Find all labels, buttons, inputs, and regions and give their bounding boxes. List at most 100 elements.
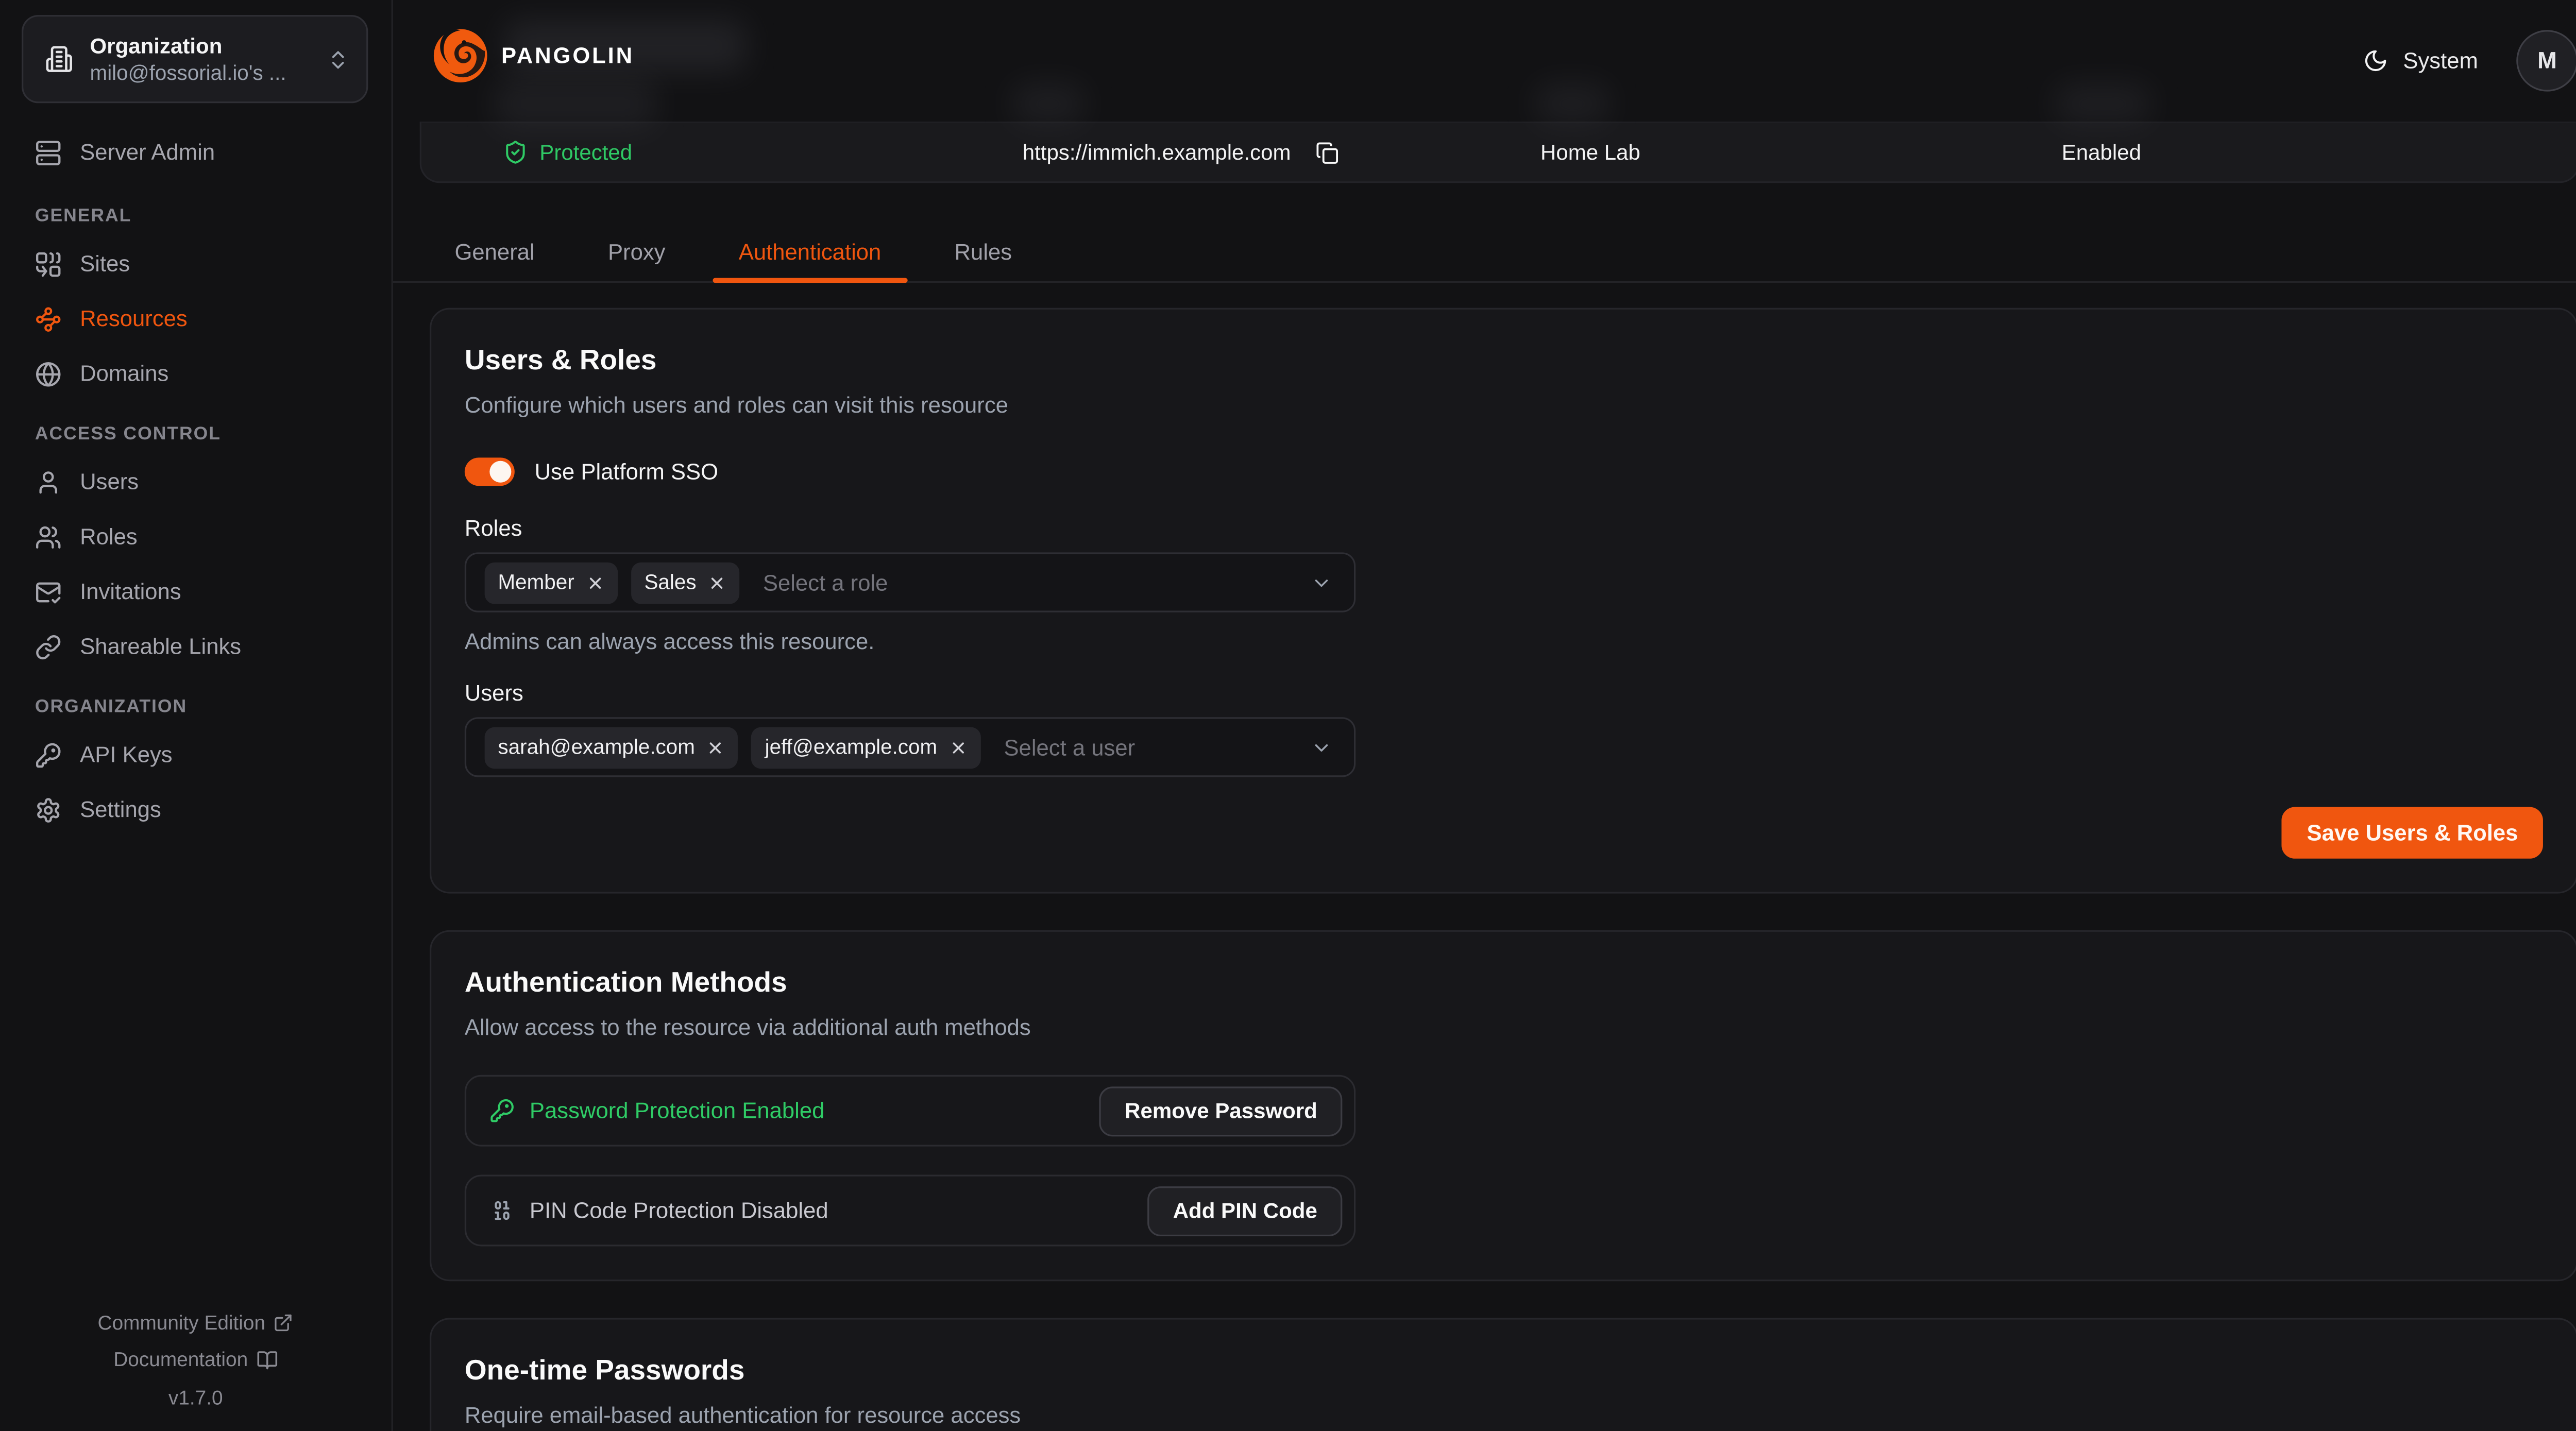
roles-multiselect[interactable]: Member Sales Select a role: [465, 552, 1355, 612]
roles-field-label: Roles: [465, 516, 2543, 540]
copy-icon[interactable]: [1316, 141, 1339, 164]
link-icon: [35, 633, 62, 660]
avatar[interactable]: M: [2516, 29, 2576, 91]
otp-card: One-time Passwords Require email-based a…: [430, 1318, 2576, 1431]
sidebar-item-domains[interactable]: Domains: [22, 351, 370, 396]
sidebar-item-label: Roles: [80, 524, 138, 549]
documentation-link[interactable]: Documentation: [0, 1341, 392, 1379]
globe-icon: [35, 360, 62, 387]
resource-url: https://immich.example.com: [1023, 123, 1340, 181]
sidebar-item-settings[interactable]: Settings: [22, 787, 370, 832]
role-chip: Sales: [631, 561, 740, 603]
user-chip-label: sarah@example.com: [498, 736, 694, 759]
tab-authentication[interactable]: Authentication: [739, 240, 882, 264]
sidebar-item-roles[interactable]: Roles: [22, 514, 370, 559]
resource-status-text: Enabled: [2062, 140, 2141, 164]
remove-chip-icon[interactable]: [708, 573, 726, 592]
sidebar-item-label: Sites: [80, 251, 130, 276]
pangolin-logo-icon: [431, 27, 489, 85]
server-icon: [35, 139, 62, 166]
book-open-icon: [256, 1349, 278, 1371]
sidebar-item-resources[interactable]: Resources: [22, 296, 370, 341]
org-texts: Organization milo@fossorial.io's ...: [90, 32, 310, 86]
app-window: Organization milo@fossorial.io's ... Ser…: [0, 0, 2576, 1431]
redacted-field-label: [1012, 83, 1084, 125]
main-area: PANGOLIN System M Protected https://immi…: [393, 0, 2576, 1431]
tab-general[interactable]: General: [454, 240, 534, 264]
save-users-roles-button[interactable]: Save Users & Roles: [2282, 807, 2543, 859]
pin-protection-row: PIN Code Protection Disabled Add PIN Cod…: [465, 1175, 1355, 1247]
remove-chip-icon[interactable]: [586, 573, 604, 592]
sso-toggle-label: Use Platform SSO: [535, 459, 718, 484]
card-subtitle: Configure which users and roles can visi…: [465, 389, 2543, 421]
avatar-initial: M: [2537, 46, 2557, 73]
building-icon: [45, 45, 73, 73]
community-edition-label: Community Edition: [98, 1304, 266, 1341]
admins-note: Admins can always access this resource.: [465, 629, 2543, 654]
theme-toggle[interactable]: System: [2363, 47, 2478, 72]
chevrons-up-down-icon: [327, 47, 350, 71]
sidebar-section-organization: ORGANIZATION: [35, 697, 357, 717]
mail-check-icon: [35, 578, 62, 605]
users-placeholder: Select a user: [1004, 735, 1135, 759]
binary-icon: [489, 1198, 514, 1223]
key-icon: [489, 1098, 514, 1123]
resource-tabs: General Proxy Authentication Rules: [454, 222, 1012, 283]
redacted-field-label: [495, 78, 656, 130]
org-switcher[interactable]: Organization milo@fossorial.io's ...: [22, 15, 368, 103]
resource-status: Enabled: [2062, 123, 2141, 181]
role-chip-label: Member: [498, 571, 574, 594]
documentation-label: Documentation: [113, 1341, 248, 1379]
topbar-right: System M: [2363, 0, 2576, 120]
users-icon: [35, 523, 62, 550]
sidebar-item-sites[interactable]: Sites: [22, 241, 370, 286]
sidebar-item-label: Server Admin: [80, 140, 215, 164]
shield-check-icon: [503, 140, 528, 164]
waypoints-icon: [35, 305, 62, 332]
resource-info-strip: Protected https://immich.example.com Hom…: [420, 122, 2576, 183]
role-chip-label: Sales: [644, 571, 696, 594]
sidebar-item-api-keys[interactable]: API Keys: [22, 732, 370, 777]
version-label: v1.7.0: [0, 1378, 392, 1416]
chevron-down-icon: [1311, 572, 1332, 593]
password-protection-row: Password Protection Enabled Remove Passw…: [465, 1075, 1355, 1147]
sidebar-item-label: Users: [80, 469, 139, 494]
remove-password-button[interactable]: Remove Password: [1100, 1086, 1343, 1136]
card-title: One-time Passwords: [465, 1354, 2543, 1388]
sidebar-item-label: Resources: [80, 306, 188, 331]
protected-label: Protected: [539, 140, 632, 164]
add-pin-code-button[interactable]: Add PIN Code: [1148, 1186, 1342, 1236]
users-multiselect[interactable]: sarah@example.com jeff@example.com Selec…: [465, 717, 1355, 777]
pin-status: PIN Code Protection Disabled: [489, 1198, 828, 1223]
auth-methods-card: Authentication Methods Allow access to t…: [430, 930, 2576, 1282]
key-icon: [35, 741, 62, 768]
card-title: Authentication Methods: [465, 967, 2543, 1000]
sidebar-item-invitations[interactable]: Invitations: [22, 569, 370, 614]
protected-status: Protected: [503, 123, 632, 181]
remove-chip-icon[interactable]: [707, 738, 725, 757]
sidebar-item-shareable-links[interactable]: Shareable Links: [22, 624, 370, 669]
password-status-label: Password Protection Enabled: [530, 1098, 824, 1123]
users-roles-card: Users & Roles Configure which users and …: [430, 308, 2576, 894]
tab-rules[interactable]: Rules: [955, 240, 1012, 264]
resource-url-text: https://immich.example.com: [1023, 140, 1291, 164]
sidebar-item-label: Shareable Links: [80, 634, 241, 659]
user-chip: sarah@example.com: [485, 726, 738, 768]
redacted-field-label: [2055, 83, 2150, 125]
sidebar-section-general: GENERAL: [35, 207, 357, 227]
sidebar-item-label: Domains: [80, 361, 168, 386]
platform-sso-toggle[interactable]: [465, 457, 515, 486]
toggle-knob: [489, 461, 511, 483]
sidebar-item-users[interactable]: Users: [22, 459, 370, 504]
moon-icon: [2363, 47, 2388, 72]
external-link-icon: [274, 1313, 294, 1333]
sidebar-item-server-admin[interactable]: Server Admin: [22, 130, 370, 175]
org-switcher-value: milo@fossorial.io's ...: [90, 59, 310, 86]
community-edition-link[interactable]: Community Edition: [0, 1304, 392, 1341]
org-switcher-label: Organization: [90, 32, 310, 59]
remove-chip-icon[interactable]: [949, 738, 968, 757]
sso-toggle-row: Use Platform SSO: [465, 457, 2543, 486]
tab-proxy[interactable]: Proxy: [608, 240, 666, 264]
user-chip: jeff@example.com: [752, 726, 980, 768]
theme-label: System: [2403, 47, 2478, 72]
